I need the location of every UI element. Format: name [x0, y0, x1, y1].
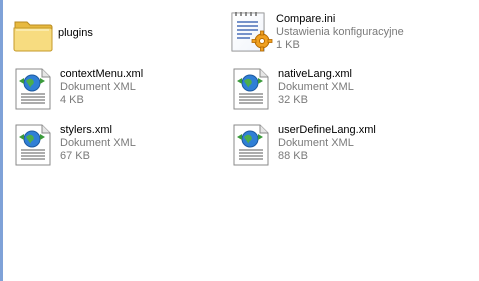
file-name: contextMenu.xml [60, 68, 144, 80]
window-left-border [0, 0, 3, 281]
xml-document-icon [230, 65, 278, 113]
file-item-plugins[interactable]: plugins [10, 10, 230, 58]
file-type: Ustawienia konfiguracyjne [276, 26, 404, 38]
file-name: userDefineLang.xml [278, 124, 376, 136]
xml-document-icon [12, 121, 60, 169]
file-name: plugins [58, 27, 93, 39]
file-size: 4 KB [60, 94, 84, 106]
file-name: Compare.ini [276, 13, 336, 25]
file-size: 88 KB [278, 150, 308, 162]
file-type: Dokument XML [278, 137, 354, 149]
file-item-compare-ini[interactable]: Compare.ini Ustawienia konfiguracyjne 1 … [228, 8, 448, 56]
file-item-stylers-xml[interactable]: stylers.xml Dokument XML 67 KB [12, 121, 232, 169]
file-name: stylers.xml [60, 124, 112, 136]
xml-document-icon [230, 121, 278, 169]
file-type: Dokument XML [60, 81, 136, 93]
file-item-nativelang-xml[interactable]: nativeLang.xml Dokument XML 32 KB [230, 65, 450, 113]
file-type: Dokument XML [278, 81, 354, 93]
file-item-userdefinelang-xml[interactable]: userDefineLang.xml Dokument XML 88 KB [230, 121, 450, 169]
file-type: Dokument XML [60, 137, 136, 149]
file-size: 1 KB [276, 39, 300, 51]
file-size: 67 KB [60, 150, 90, 162]
config-file-icon [228, 8, 276, 56]
folder-icon [10, 10, 58, 58]
file-name: nativeLang.xml [278, 68, 352, 80]
xml-document-icon [12, 65, 60, 113]
file-size: 32 KB [278, 94, 308, 106]
file-item-contextmenu-xml[interactable]: contextMenu.xml Dokument XML 4 KB [12, 65, 232, 113]
